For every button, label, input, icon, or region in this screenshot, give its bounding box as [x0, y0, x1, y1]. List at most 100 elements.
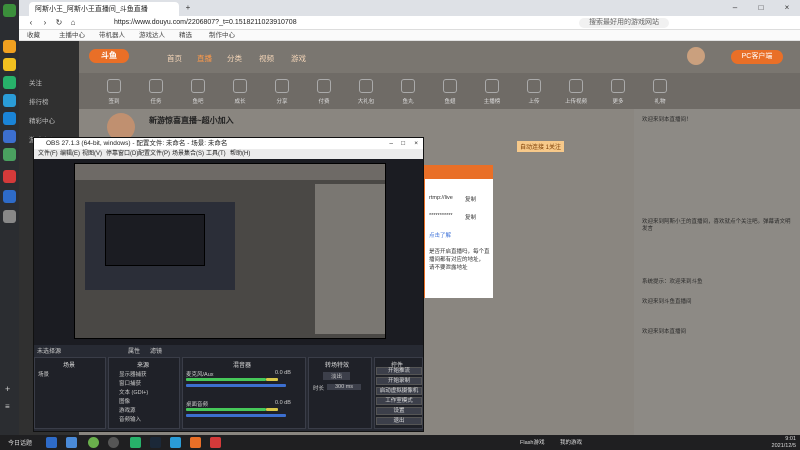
feature-icon[interactable]: [359, 79, 373, 93]
add-icon[interactable]: +: [5, 384, 10, 394]
obs-preview[interactable]: [34, 159, 423, 345]
news-widget[interactable]: 今日话题: [8, 438, 32, 447]
taskbar-app-icon[interactable]: [88, 437, 99, 448]
reload-icon[interactable]: ↻: [53, 17, 65, 29]
obs-menu-item[interactable]: 停靠窗口(D): [106, 150, 138, 158]
taskbar-app-icon[interactable]: [170, 437, 181, 448]
source-item[interactable]: 窗口捕获: [119, 379, 141, 387]
app-icon[interactable]: [3, 148, 16, 161]
feature-icon[interactable]: [191, 79, 205, 93]
system-clock[interactable]: 9:01 2021/12/5: [772, 436, 796, 449]
obs-minimize-icon[interactable]: –: [389, 138, 393, 149]
volume-slider[interactable]: [186, 414, 286, 417]
nav-item[interactable]: 游戏: [291, 53, 306, 64]
taskbar-app-icon[interactable]: [108, 437, 119, 448]
bookmark-item[interactable]: 带机器人: [99, 31, 125, 40]
virtual-camera-button[interactable]: 启动虚拟摄像机: [376, 387, 422, 395]
pc-client-button[interactable]: PC客户端: [731, 50, 783, 64]
new-tab-icon[interactable]: +: [182, 2, 194, 14]
app-icon[interactable]: [3, 112, 16, 125]
user-avatar[interactable]: [687, 47, 705, 65]
properties-button[interactable]: 属性: [128, 346, 140, 355]
bookmark-item[interactable]: 收藏: [27, 31, 40, 40]
transition-select[interactable]: 淡出: [323, 372, 351, 380]
app-icon[interactable]: [3, 130, 16, 143]
settings-button[interactable]: 设置: [376, 407, 422, 415]
copy-key-button[interactable]: 复制: [465, 213, 476, 221]
sidebar-item[interactable]: 精彩中心: [29, 115, 55, 125]
browser-tab[interactable]: 阿斯小王_阿斯小王直播间_斗鱼直播: [29, 2, 179, 16]
source-item[interactable]: 图像: [119, 397, 130, 405]
app-icon[interactable]: [3, 58, 16, 71]
taskbar-app-icon[interactable]: [210, 437, 221, 448]
bookmark-item[interactable]: 主播中心: [59, 31, 85, 40]
taskbar-app-icon[interactable]: [130, 437, 141, 448]
close-icon[interactable]: ×: [781, 2, 793, 14]
follow-badge[interactable]: 自动连接 1关注: [517, 141, 565, 152]
feature-icon[interactable]: [611, 79, 625, 93]
obs-menu-item[interactable]: 配置文件(P): [138, 150, 170, 158]
feature-icon[interactable]: [317, 79, 331, 93]
bookmark-item[interactable]: 游戏达人: [139, 31, 165, 40]
feature-icon[interactable]: [485, 79, 499, 93]
obs-menu-item[interactable]: 编辑(E): [60, 150, 80, 158]
taskbar-app-icon[interactable]: [150, 437, 161, 448]
feature-icon[interactable]: [443, 79, 457, 93]
nav-item[interactable]: 首页: [167, 53, 182, 64]
source-item[interactable]: 显示器捕获: [119, 370, 147, 378]
search-input[interactable]: 搜索最好用的游戏网站: [579, 18, 669, 28]
back-icon[interactable]: ‹: [25, 17, 37, 29]
taskbar-app-icon[interactable]: [190, 437, 201, 448]
minimize-icon[interactable]: –: [729, 2, 741, 14]
feature-icon[interactable]: [527, 79, 541, 93]
app-icon[interactable]: [3, 190, 16, 203]
tray-item[interactable]: 我的游戏: [560, 438, 582, 446]
source-item[interactable]: 音频输入: [119, 415, 141, 423]
obs-menu-item[interactable]: 文件(F): [38, 150, 58, 158]
exit-button[interactable]: 退出: [376, 417, 422, 425]
app-icon[interactable]: [3, 210, 16, 223]
nav-item[interactable]: 直播: [197, 53, 212, 64]
obs-menu-item[interactable]: 视图(V): [82, 150, 102, 158]
copy-url-button[interactable]: 复制: [465, 195, 476, 203]
source-item[interactable]: 游戏源: [119, 406, 136, 414]
obs-menu-item[interactable]: 工具(T): [206, 150, 226, 158]
menu-icon[interactable]: ≡: [5, 402, 10, 411]
filters-button[interactable]: 滤镜: [150, 346, 162, 355]
volume-slider[interactable]: [186, 384, 286, 387]
url-input[interactable]: https://www.douyu.com/2206807?_t=0.15182…: [114, 18, 544, 28]
sidebar-item[interactable]: 关注: [29, 77, 42, 87]
nav-item[interactable]: 视频: [259, 53, 274, 64]
feature-icon[interactable]: [107, 79, 121, 93]
maximize-icon[interactable]: □: [755, 2, 767, 14]
bookmark-item[interactable]: 制作中心: [209, 31, 235, 40]
learn-more-link[interactable]: 点击了解: [429, 231, 451, 239]
douyu-logo[interactable]: 斗鱼: [89, 49, 129, 63]
start-streaming-button[interactable]: 开始推流: [376, 367, 422, 375]
taskbar-app-icon[interactable]: [46, 437, 57, 448]
feature-icon[interactable]: [275, 79, 289, 93]
app-icon[interactable]: [3, 76, 16, 89]
obs-menu-item[interactable]: 帮助(H): [230, 150, 250, 158]
obs-close-icon[interactable]: ×: [414, 138, 418, 149]
sidebar-item[interactable]: 排行榜: [29, 96, 49, 106]
feature-icon[interactable]: [653, 79, 667, 93]
scene-item[interactable]: 场景: [38, 370, 49, 378]
nav-item[interactable]: 分类: [227, 53, 242, 64]
feature-icon[interactable]: [569, 79, 583, 93]
feature-icon[interactable]: [401, 79, 415, 93]
start-recording-button[interactable]: 开始录制: [376, 377, 422, 385]
studio-mode-button[interactable]: 工作室模式: [376, 397, 422, 405]
app-icon[interactable]: [3, 94, 16, 107]
feature-icon[interactable]: [149, 79, 163, 93]
source-item[interactable]: 文本 (GDI+): [119, 388, 148, 396]
duration-input[interactable]: 300 ms: [327, 384, 362, 390]
bookmark-item[interactable]: 精选: [179, 31, 192, 40]
obs-maximize-icon[interactable]: □: [401, 138, 405, 149]
tray-item[interactable]: Flash游戏: [520, 438, 544, 446]
forward-icon[interactable]: ›: [39, 17, 51, 29]
app-icon[interactable]: [3, 4, 16, 17]
feature-icon[interactable]: [233, 79, 247, 93]
taskbar-app-icon[interactable]: [66, 437, 77, 448]
app-icon[interactable]: [3, 40, 16, 53]
